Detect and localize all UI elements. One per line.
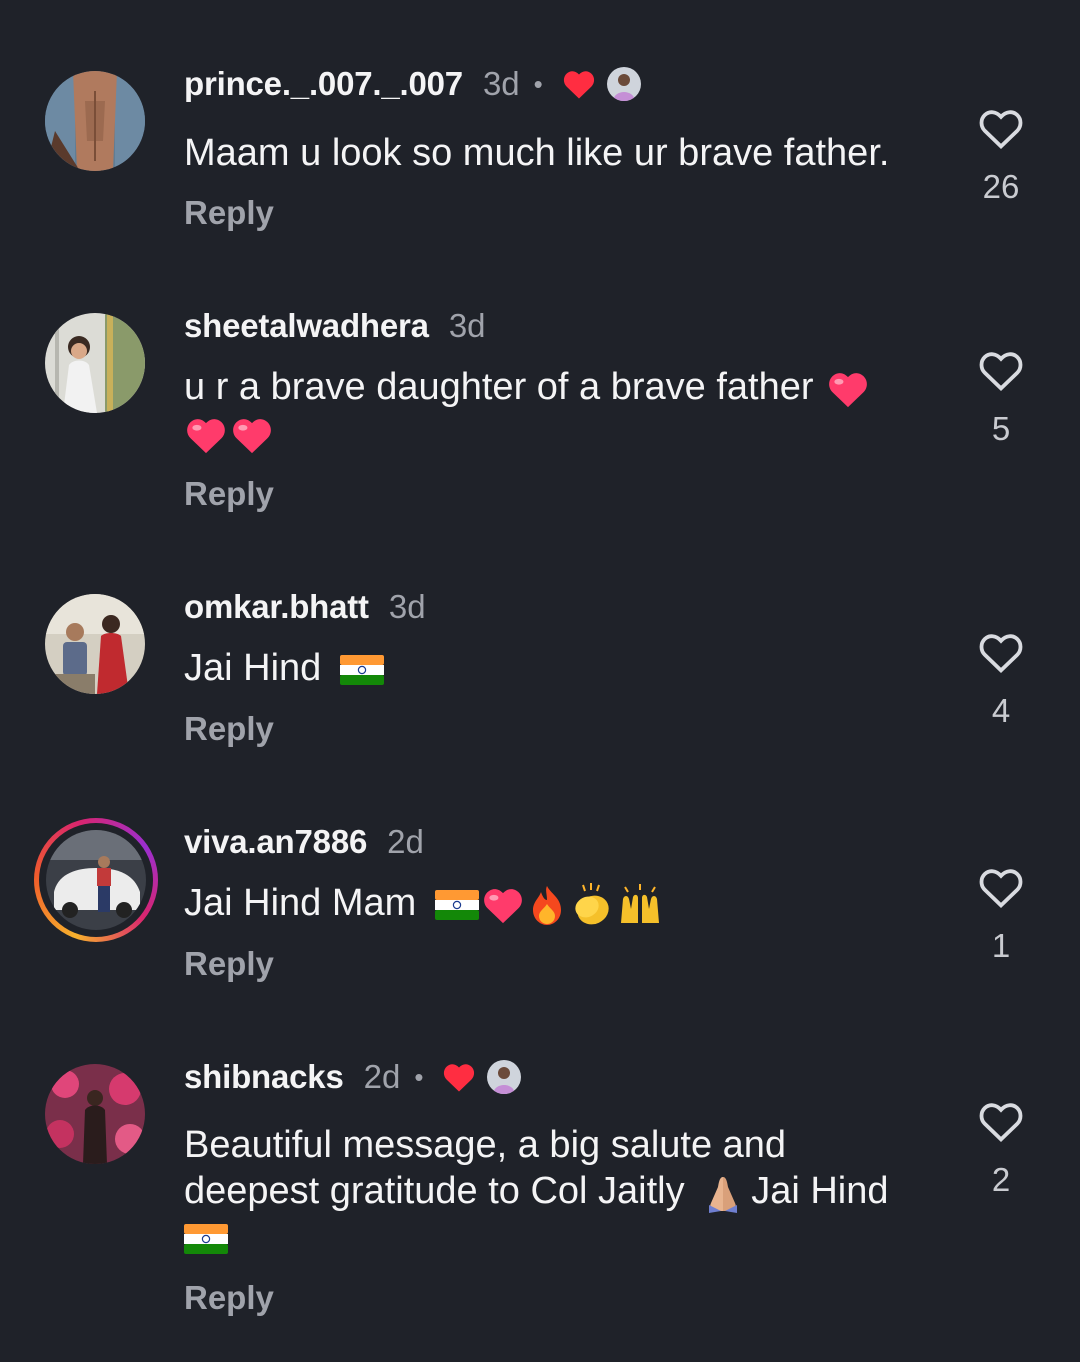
like-button[interactable]: 2 <box>970 1099 1032 1199</box>
like-button[interactable]: 1 <box>970 865 1032 965</box>
comment-time: 3d <box>482 65 520 102</box>
heart-outline-icon[interactable] <box>977 865 1025 909</box>
comment-text: Jai Hind Mam <box>184 880 924 927</box>
india-flag-icon <box>184 1223 228 1254</box>
avatar[interactable] <box>45 594 145 694</box>
comment-text-body: Jai Hind <box>184 647 322 689</box>
comments-list: prince._.007._.007 3d • Maam u look so m… <box>0 0 1080 1362</box>
separator-dot: • <box>533 68 543 99</box>
author-avatar <box>606 67 641 101</box>
india-flag-icon <box>339 654 384 685</box>
heart-emoji-icon <box>483 889 522 924</box>
like-count: 26 <box>982 168 1020 205</box>
username[interactable]: prince._.007._.007 <box>184 65 463 103</box>
comment-time: 2d <box>387 823 424 860</box>
liked-by-author-badge <box>441 1060 522 1094</box>
india-flag-icon <box>434 889 479 920</box>
comment-time: 2d <box>363 1058 401 1095</box>
username[interactable]: viva.an7886 <box>184 823 367 861</box>
like-count: 2 <box>991 1161 1011 1198</box>
comment-text: u r a brave daughter of a brave father <box>184 364 924 456</box>
comment-text-line: Beautiful message, a big salute and <box>184 1124 787 1166</box>
username[interactable]: shibnacks <box>184 1058 344 1096</box>
comment-header: viva.an7886 2d <box>184 822 424 862</box>
heart-outline-icon[interactable] <box>977 106 1025 150</box>
liked-by-author-badge <box>561 67 641 101</box>
comment-text: Beautiful message, a big salute and deep… <box>184 1122 924 1260</box>
heart-icon <box>444 1064 475 1092</box>
like-button[interactable]: 5 <box>970 348 1032 448</box>
reply-button[interactable]: Reply <box>184 194 274 232</box>
reply-button[interactable]: Reply <box>184 945 274 983</box>
comment-time: 3d <box>448 307 486 344</box>
comment-header: sheetalwadhera 3d <box>184 306 486 346</box>
comment-text-line: deepest gratitude to Col Jaitly <box>184 1170 685 1212</box>
heart-emoji-icon <box>829 373 867 408</box>
folded-hands-emoji-icon <box>709 1176 738 1213</box>
comment-header: prince._.007._.007 3d • <box>184 64 641 104</box>
heart-emoji-icon <box>233 419 271 454</box>
comment-header: shibnacks 2d • <box>184 1057 522 1097</box>
author-avatar <box>487 1060 522 1094</box>
like-count: 4 <box>991 692 1011 729</box>
like-count: 5 <box>991 410 1011 447</box>
comment-text: Maam u look so much like ur brave father… <box>184 132 890 174</box>
like-button[interactable]: 26 <box>970 106 1032 206</box>
fire-emoji-icon <box>532 885 561 925</box>
avatar[interactable] <box>45 313 145 413</box>
reply-button[interactable]: Reply <box>184 475 274 513</box>
comment-text-line: Jai Hind <box>751 1170 889 1212</box>
avatar[interactable] <box>45 1064 145 1164</box>
username[interactable]: omkar.bhatt <box>184 588 369 626</box>
story-ring-avatar[interactable] <box>34 818 158 942</box>
avatar[interactable] <box>45 71 145 171</box>
heart-emoji-icon <box>187 419 225 454</box>
raising-hands-emoji-icon <box>620 883 659 923</box>
reply-button[interactable]: Reply <box>184 710 274 748</box>
like-count: 1 <box>991 927 1011 964</box>
like-button[interactable]: 4 <box>970 630 1032 730</box>
avatar[interactable] <box>46 830 146 930</box>
clapping-hands-emoji-icon <box>575 882 609 925</box>
heart-icon <box>563 71 594 99</box>
comment-header: omkar.bhatt 3d <box>184 587 426 627</box>
heart-outline-icon[interactable] <box>977 1099 1025 1143</box>
comment-text: Jai Hind <box>184 645 924 691</box>
heart-outline-icon[interactable] <box>977 630 1025 674</box>
comment-time: 3d <box>388 588 426 625</box>
comment-text-body: u r a brave daughter of a brave father <box>184 366 814 408</box>
reply-button[interactable]: Reply <box>184 1279 274 1317</box>
separator-dot: • <box>414 1061 424 1092</box>
comment-text-body: Jai Hind Mam <box>184 882 417 924</box>
heart-outline-icon[interactable] <box>977 348 1025 392</box>
username[interactable]: sheetalwadhera <box>184 307 429 345</box>
